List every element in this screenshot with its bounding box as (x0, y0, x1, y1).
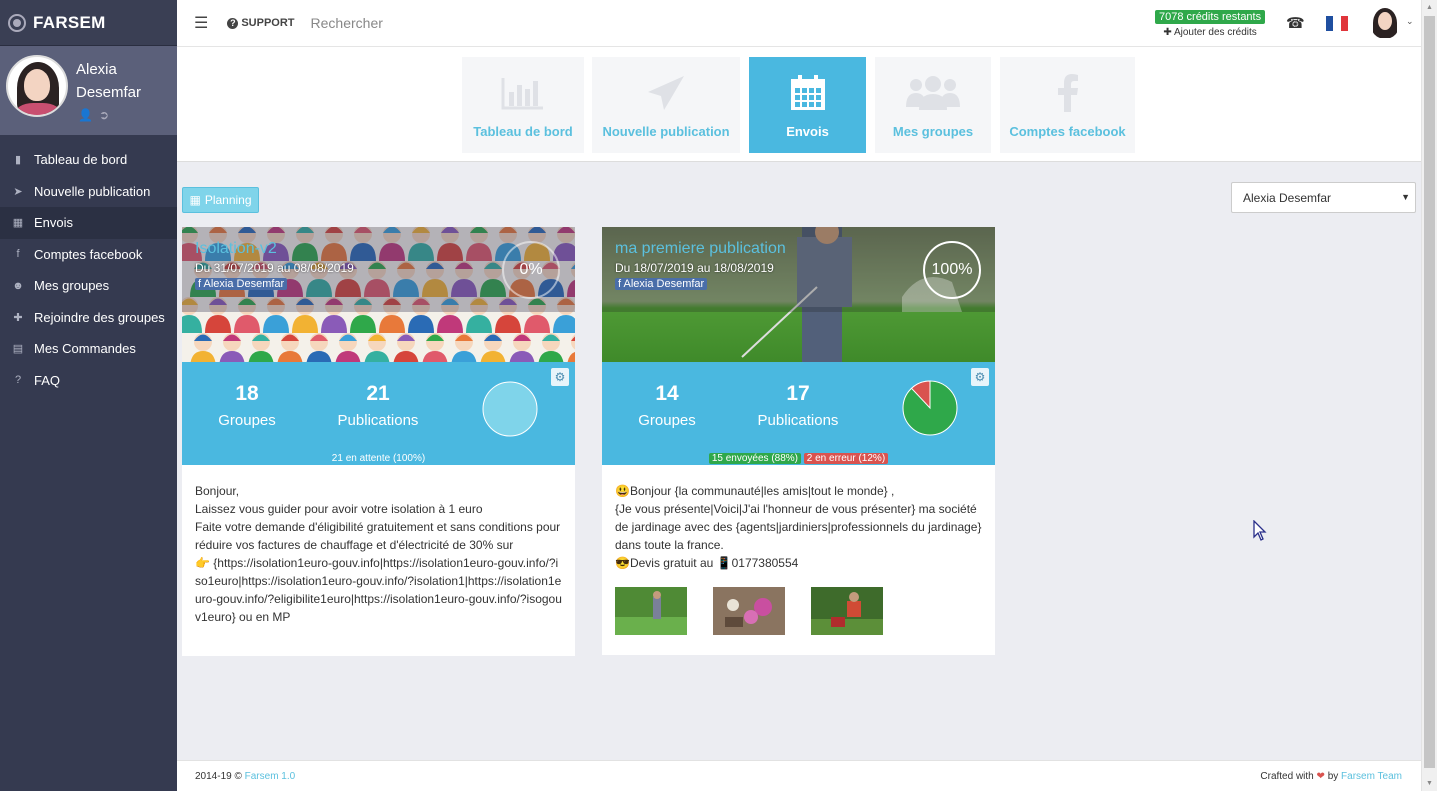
send-icon: ➤ (13, 185, 23, 198)
gear-icon[interactable]: ⚙ (971, 368, 989, 386)
progress-ring: 100% (923, 241, 981, 299)
user-icon[interactable]: 👤 (78, 108, 93, 122)
card-account[interactable]: f Alexia Desemfar (615, 278, 708, 290)
card-cover-image: Isolation-v2 Du 31/07/2019 au 08/08/2019… (182, 227, 575, 362)
scroll-down-icon[interactable]: ▼ (1426, 780, 1433, 787)
card-message: 😃Bonjour {la communauté|les amis|tout le… (615, 484, 982, 570)
version-link[interactable]: Farsem 1.0 (245, 771, 296, 782)
calendar-icon (749, 73, 866, 113)
profile-panel: Alexia Desemfar 👤 ➲ (0, 46, 177, 135)
tab-envois[interactable]: Envois (749, 57, 866, 153)
error-badge: 2 en erreur (12%) (803, 453, 889, 464)
users-icon: ☻ (12, 279, 24, 292)
card-title: Isolation-v2 (195, 240, 277, 257)
publication-card: ma premiere publication Du 18/07/2019 au… (602, 227, 995, 655)
pending-status: 21 en attente (100%) (331, 453, 426, 464)
sidebar-item-mes-groupes[interactable]: ☻ Mes groupes (0, 270, 177, 302)
avatar[interactable] (6, 55, 68, 117)
calendar-icon: ▦ (12, 217, 24, 230)
users-icon (875, 73, 991, 113)
card-dates: Du 31/07/2019 au 08/08/2019 (195, 261, 354, 275)
account-select[interactable]: Alexia Desemfar ▼ (1231, 182, 1416, 213)
sidebar-item-rejoindre-des-groupes[interactable]: ✚ Rejoindre des groupes (0, 302, 177, 334)
card-account[interactable]: f Alexia Desemfar (195, 278, 288, 290)
media-thumbnails (602, 587, 995, 655)
progress-ring: 0% (502, 241, 560, 299)
groups-count: 14 (655, 382, 679, 405)
profile-name: Alexia Desemfar (76, 61, 142, 101)
status-pie-chart (482, 381, 538, 437)
chart-icon: ▮ (14, 154, 22, 167)
sidebar-item-comptes-facebook[interactable]: f Comptes facebook (0, 239, 177, 271)
card-title: ma premiere publication (615, 240, 786, 257)
footer: 2014-19 © Farsem 1.0 Crafted with ❤ by F… (177, 760, 1421, 791)
card-message: Bonjour, Laissez vous guider pour avoir … (195, 484, 562, 624)
heart-icon: ❤ (1316, 771, 1325, 782)
planning-button[interactable]: ▦ Planning (182, 187, 259, 213)
tab-nouvelle-publication[interactable]: Nouvelle publication (592, 57, 740, 153)
search-input[interactable] (310, 15, 511, 31)
tab-comptes-facebook[interactable]: Comptes facebook (1000, 57, 1135, 153)
brand-name: FARSEM (33, 12, 106, 32)
plus-icon: ✚ (13, 311, 23, 324)
brand[interactable]: FARSEM (0, 0, 177, 46)
calendar-icon: ▦ (189, 193, 201, 207)
phone-icon[interactable]: ☎ (1286, 14, 1305, 32)
facebook-icon (1000, 73, 1135, 113)
add-credits-link[interactable]: ✚ Ajouter des crédits (1155, 27, 1265, 38)
logout-icon[interactable]: ➲ (99, 108, 109, 122)
sent-badge: 15 envoyées (88%) (708, 453, 801, 464)
gear-icon[interactable]: ⚙ (551, 368, 569, 386)
mouse-cursor-icon (1253, 520, 1267, 541)
status-line: 15 envoyées (88%) 2 en erreur (12%) (602, 453, 995, 464)
tab-mes-groupes[interactable]: Mes groupes (875, 57, 991, 153)
support-link[interactable]: ? SUPPORT (227, 17, 295, 29)
caret-down-icon: ▼ (1401, 192, 1410, 202)
plus-icon: ✚ (1163, 27, 1172, 38)
scroll-thumb[interactable] (1424, 16, 1435, 768)
groups-count: 18 (235, 382, 259, 405)
tab-tableau-de-bord[interactable]: Tableau de bord (462, 57, 584, 153)
french-flag-icon[interactable] (1326, 16, 1348, 31)
card-dates: Du 18/07/2019 au 18/08/2019 (615, 261, 774, 275)
chevron-down-icon[interactable]: ⌄ (1406, 16, 1414, 27)
credits-panel: 7078 crédits restants ✚ Ajouter des créd… (1155, 8, 1266, 38)
paper-plane-icon (592, 73, 740, 113)
sidebar-nav: ▮ Tableau de bord ➤ Nouvelle publication ▦… (0, 144, 177, 396)
card-cover-image: ma premiere publication Du 18/07/2019 au… (602, 227, 995, 362)
sidebar-item-nouvelle-publication[interactable]: ➤ Nouvelle publication (0, 176, 177, 208)
publication-card: Isolation-v2 Du 31/07/2019 au 08/08/2019… (182, 227, 575, 656)
bar-chart-icon (462, 73, 584, 113)
sidebar-item-mes-commandes[interactable]: ▤ Mes Commandes (0, 333, 177, 365)
menu-toggle-icon[interactable]: ☰ (194, 13, 208, 33)
publications-count: 21 (366, 382, 390, 405)
sidebar: FARSEM Alexia Desemfar 👤 ➲ ▮ Tableau de b… (0, 0, 177, 791)
user-avatar[interactable] (1370, 7, 1400, 39)
gardener-thumbnail[interactable] (615, 587, 687, 635)
question-icon: ? (14, 374, 22, 387)
credits-badge: 7078 crédits restants (1155, 10, 1266, 24)
archive-icon: ▤ (12, 343, 24, 356)
scroll-up-icon[interactable]: ▲ (1426, 4, 1433, 11)
worker-thumbnail[interactable] (811, 587, 883, 635)
brain-logo-icon (8, 13, 26, 32)
card-stats: ⚙ 18 Groupes 21 Publications 21 en attente… (182, 362, 575, 465)
question-circle-icon: ? (227, 17, 239, 29)
card-stats: ⚙ 14 Groupes 17 Publications 15 envoyées (… (602, 362, 995, 465)
sidebar-item-envois[interactable]: ▦ Envois (0, 207, 177, 239)
publications-count: 17 (786, 382, 810, 405)
topbar: ☰ ? SUPPORT 7078 crédits restants ✚ Ajou… (177, 0, 1421, 47)
status-pie-chart (902, 380, 958, 436)
team-link[interactable]: Farsem Team (1341, 771, 1402, 782)
status-line: 21 en attente (100%) (182, 453, 575, 464)
sidebar-item-faq[interactable]: ? FAQ (0, 365, 177, 397)
scrollbar[interactable]: ▲ ▼ (1421, 0, 1437, 791)
flowers-thumbnail[interactable] (713, 587, 785, 635)
tabs-band: Tableau de bord Nouvelle publication Env… (177, 47, 1421, 162)
facebook-icon: f (16, 248, 20, 261)
sidebar-item-tableau-de-bord[interactable]: ▮ Tableau de bord (0, 144, 177, 176)
